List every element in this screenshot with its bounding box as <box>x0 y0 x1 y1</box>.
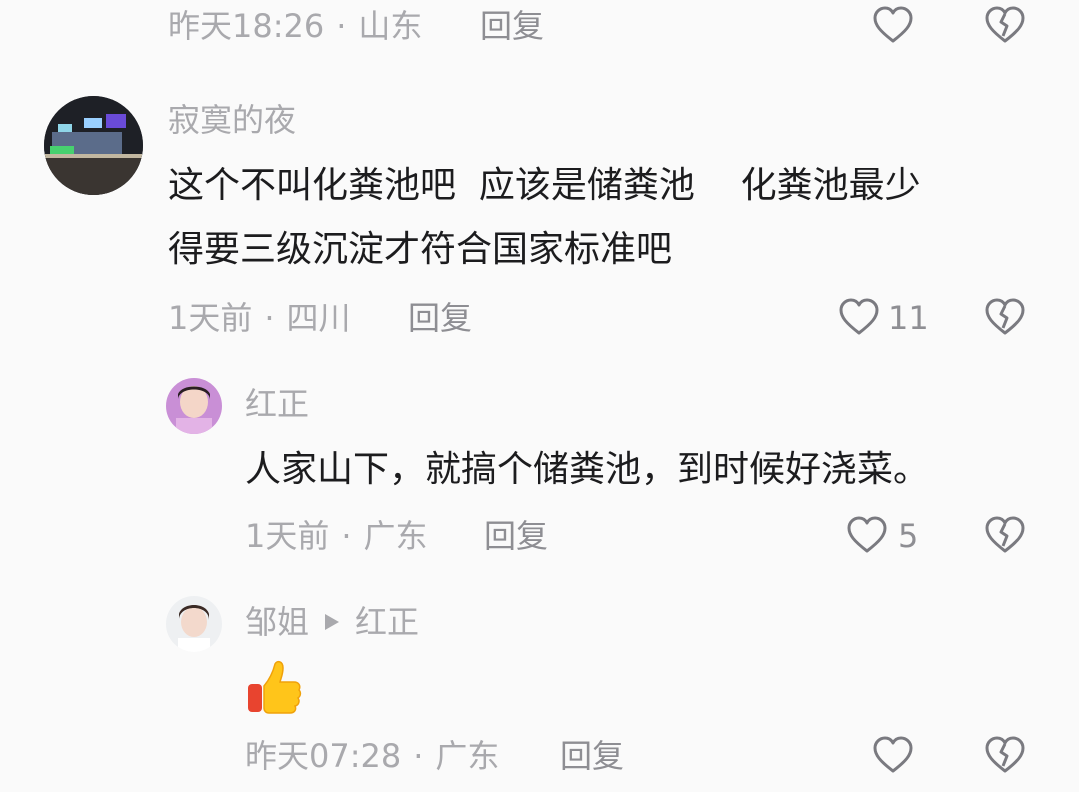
broken-heart-icon[interactable] <box>982 734 1028 776</box>
comment-author[interactable]: 邹姐 <box>245 602 309 642</box>
comment-text-line: 这个不叫化粪池吧 应该是储粪池 化粪池最少 <box>168 165 921 206</box>
comment-location: 山东 <box>358 7 423 45</box>
meta-separator: · <box>336 7 347 45</box>
comment-time: 1天前 <box>245 517 330 555</box>
comment-location: 广东 <box>435 737 500 775</box>
like-count: 5 <box>898 517 919 555</box>
play-triangle-icon <box>323 612 341 632</box>
reply-to-author[interactable]: 红正 <box>355 602 419 642</box>
broken-heart-icon[interactable] <box>982 514 1028 556</box>
heart-outline-icon[interactable] <box>870 734 916 776</box>
reply-button[interactable]: 回复 <box>408 298 472 338</box>
comment-time: 昨天18:26 <box>168 7 325 45</box>
comment-location: 四川 <box>286 299 351 337</box>
heart-outline-icon[interactable] <box>870 4 916 46</box>
comment-meta: 昨天07:28 · 广东 <box>245 736 499 776</box>
avatar[interactable] <box>166 596 222 652</box>
reply-button[interactable]: 回复 <box>484 516 548 556</box>
meta-separator: · <box>413 737 424 775</box>
avatar[interactable] <box>44 96 143 195</box>
comment-author[interactable]: 寂寞的夜 <box>168 100 296 140</box>
broken-heart-icon[interactable] <box>982 296 1028 338</box>
reply-button[interactable]: 回复 <box>480 6 544 46</box>
thumbs-up-emoji-icon <box>245 658 303 716</box>
comment-author-line: 邹姐 红正 <box>245 602 419 642</box>
avatar[interactable] <box>166 378 222 434</box>
comment-meta: 1天前 · 广东 <box>245 516 428 556</box>
comment-time: 1天前 <box>168 299 253 337</box>
heart-outline-icon[interactable] <box>836 296 882 338</box>
reply-button[interactable]: 回复 <box>560 736 624 776</box>
meta-separator: · <box>341 517 352 555</box>
meta-separator: · <box>264 299 275 337</box>
comment-author[interactable]: 红正 <box>245 384 309 424</box>
comment-meta: 昨天18:26 · 山东 <box>168 6 422 46</box>
comment-text-line: 得要三级沉淀才符合国家标准吧 <box>168 229 673 270</box>
broken-heart-icon[interactable] <box>982 4 1028 46</box>
like-count: 11 <box>888 299 929 337</box>
comment-location: 广东 <box>363 517 428 555</box>
comment-text-line: 人家山下，就搞个储粪池，到时候好浇菜。 <box>245 449 930 490</box>
comment-meta: 1天前 · 四川 <box>168 298 351 338</box>
heart-outline-icon[interactable] <box>844 514 890 556</box>
comment-time: 昨天07:28 <box>245 737 402 775</box>
